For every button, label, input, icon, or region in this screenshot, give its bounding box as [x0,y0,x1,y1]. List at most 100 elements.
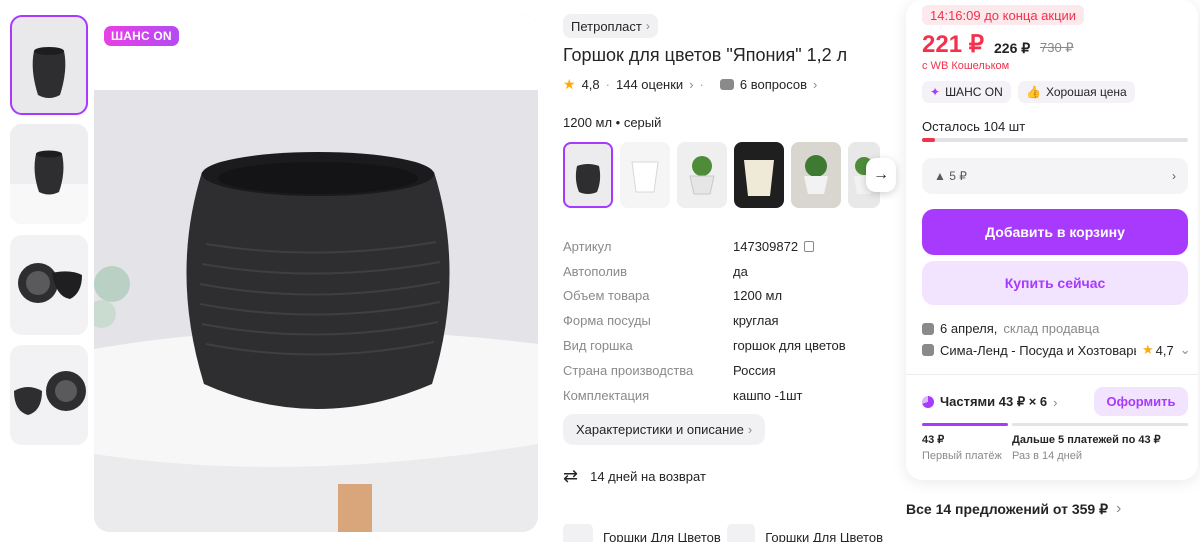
spec-value: кашпо -1шт [733,387,803,403]
add-to-cart-button[interactable]: Добавить в корзину [922,209,1188,255]
stock-left: Осталось 104 шт [922,119,1026,134]
variant-label: 1200 мл • серый [563,115,662,130]
first-payment-note: Первый платёж [922,450,1002,462]
pie-icon [922,396,934,408]
rest-payments-amount: Дальше 5 платежей по 43 ₽ [1012,434,1161,446]
all-offers-label: Все 14 предложений от 359 ₽ [906,500,1108,517]
return-arrows-icon: ⇄ [563,466,579,486]
category-label: Горшки Для Цветов [765,529,883,542]
plant-image [791,142,841,208]
pot-image [620,142,670,208]
brand-link[interactable]: Петропласт › [563,14,658,38]
thumbs-up-icon: 👍 [1026,85,1041,99]
spec-key: Комплектация [563,387,650,403]
return-text: 14 дней на возврат [590,469,706,484]
spec-value: горшок для цветов [733,338,846,354]
pot-image [734,142,784,208]
good-price-pill[interactable]: 👍 Хорошая цена [1018,81,1135,103]
separator-dot: · [605,77,610,92]
pot-image [563,142,613,208]
spec-row: Объем товара 1200 мл [563,284,846,309]
price-wallet: 221 ₽ [922,31,984,58]
pot-image [94,14,538,532]
chance-pill[interactable]: ✦ ШАНС ON [922,81,1011,103]
order-installments-button[interactable]: Оформить [1094,387,1188,416]
category-label: Горшки Для Цветов [603,529,721,542]
star-icon: ★ [1142,342,1154,357]
spec-key: Объем товара [563,288,650,304]
product-title: Горшок для цветов "Япония" 1,2 л [563,45,848,65]
chance-badge: ШАНС ON [104,26,179,46]
box-icon [727,524,756,542]
specs-table: Артикул 147309872 Автополив да Объем тов… [563,234,846,408]
chevron-right-icon: › [1172,169,1176,183]
description-button[interactable]: Характеристики и описание › [563,414,766,445]
main-product-image[interactable] [94,14,538,532]
seller-name: Сима-Ленд - Посуда и Хозтовары [940,342,1136,358]
pot-image [10,345,88,445]
delivery-info: 6 апреля, склад продавца [922,321,1099,336]
spec-value: Россия [733,362,776,378]
coupon-value: 5 ₽ [949,169,967,183]
coupon-row[interactable]: ▲ 5 ₽ › [922,158,1188,194]
seller-rating: 4,7 [1155,342,1174,358]
chevron-right-icon: › [1053,394,1058,410]
category-link[interactable]: Горшки Для Цветов [727,524,883,542]
chevron-right-icon: › [813,77,818,92]
arrow-right-icon: → [873,166,889,183]
price-old: 730 ₽ [1040,40,1074,55]
description-label: Характеристики и описание [576,422,744,437]
spec-key: Форма посуды [563,313,651,329]
variant-thumb-5[interactable] [791,142,841,208]
spec-row: Комплектация кашпо -1шт [563,383,846,408]
spec-key: Артикул [563,238,612,254]
installments-link[interactable]: Частями 43 ₽ × 6 › [922,394,1058,410]
wallet-note[interactable]: с WB Кошельком [922,60,1009,72]
spec-key: Страна производства [563,362,694,378]
variant-thumb-3[interactable] [677,142,727,208]
good-price-label: Хорошая цена [1045,85,1127,99]
installments-label: Частями 43 ₽ × 6 [940,394,1048,409]
spec-key: Вид горшка [563,338,633,354]
reviews-link[interactable]: 144 оценки [616,77,683,92]
gallery-thumb-3[interactable] [10,235,88,335]
rest-payments-note: Раз в 14 дней [1012,450,1083,462]
spec-row: Автополив да [563,259,846,284]
chevron-right-icon: › [689,77,694,92]
gallery-thumb-4[interactable] [10,345,88,445]
pot-image [10,124,88,224]
spec-row: Страна производства Россия [563,358,846,383]
variant-thumb-4[interactable] [734,142,784,208]
spec-row: Вид горшка горшок для цветов [563,333,846,358]
spec-value: да [733,263,748,279]
rating-value: 4,8 [581,77,600,92]
gallery-thumb-1[interactable] [10,15,88,115]
promo-timer: 14:16:09 до конца акции [922,5,1085,25]
buy-now-button[interactable]: Купить сейчас [922,261,1188,305]
article-value: 147309872 [733,238,799,254]
variant-thumb-2[interactable] [620,142,670,208]
separator-dot: · [699,77,704,92]
first-payment-segment [922,423,1008,426]
tag-icon [563,524,593,542]
rest-payments-segment [1012,423,1188,426]
shop-icon [922,344,934,356]
gallery-thumb-2[interactable] [10,124,88,224]
next-variants-button[interactable]: → [866,158,896,192]
chevron-right-icon: › [1115,500,1122,517]
rating-row: ★ 4,8 · 144 оценки › · 6 вопросов › [563,76,817,93]
question-icon [719,79,734,90]
chevron-right-icon: › [747,422,753,437]
all-offers-link[interactable]: Все 14 предложений от 359 ₽ › [906,500,1121,518]
box-icon [922,322,934,335]
stock-bar [922,138,1188,142]
variant-thumb-1[interactable] [563,142,613,208]
spec-key: Автополив [563,263,628,279]
seller-link[interactable]: Сима-Ленд - Посуда и Хозтовары ★ 4,7 ⌄ [922,342,1192,358]
category-link[interactable]: Горшки Для Цветов [563,524,723,542]
questions-link[interactable]: 6 вопросов [740,77,807,92]
copy-icon[interactable] [804,240,815,252]
chevron-down-icon: ⌄ [1179,342,1191,357]
brand-name: Петропласт [571,18,642,34]
star-icon: ★ [563,76,576,92]
